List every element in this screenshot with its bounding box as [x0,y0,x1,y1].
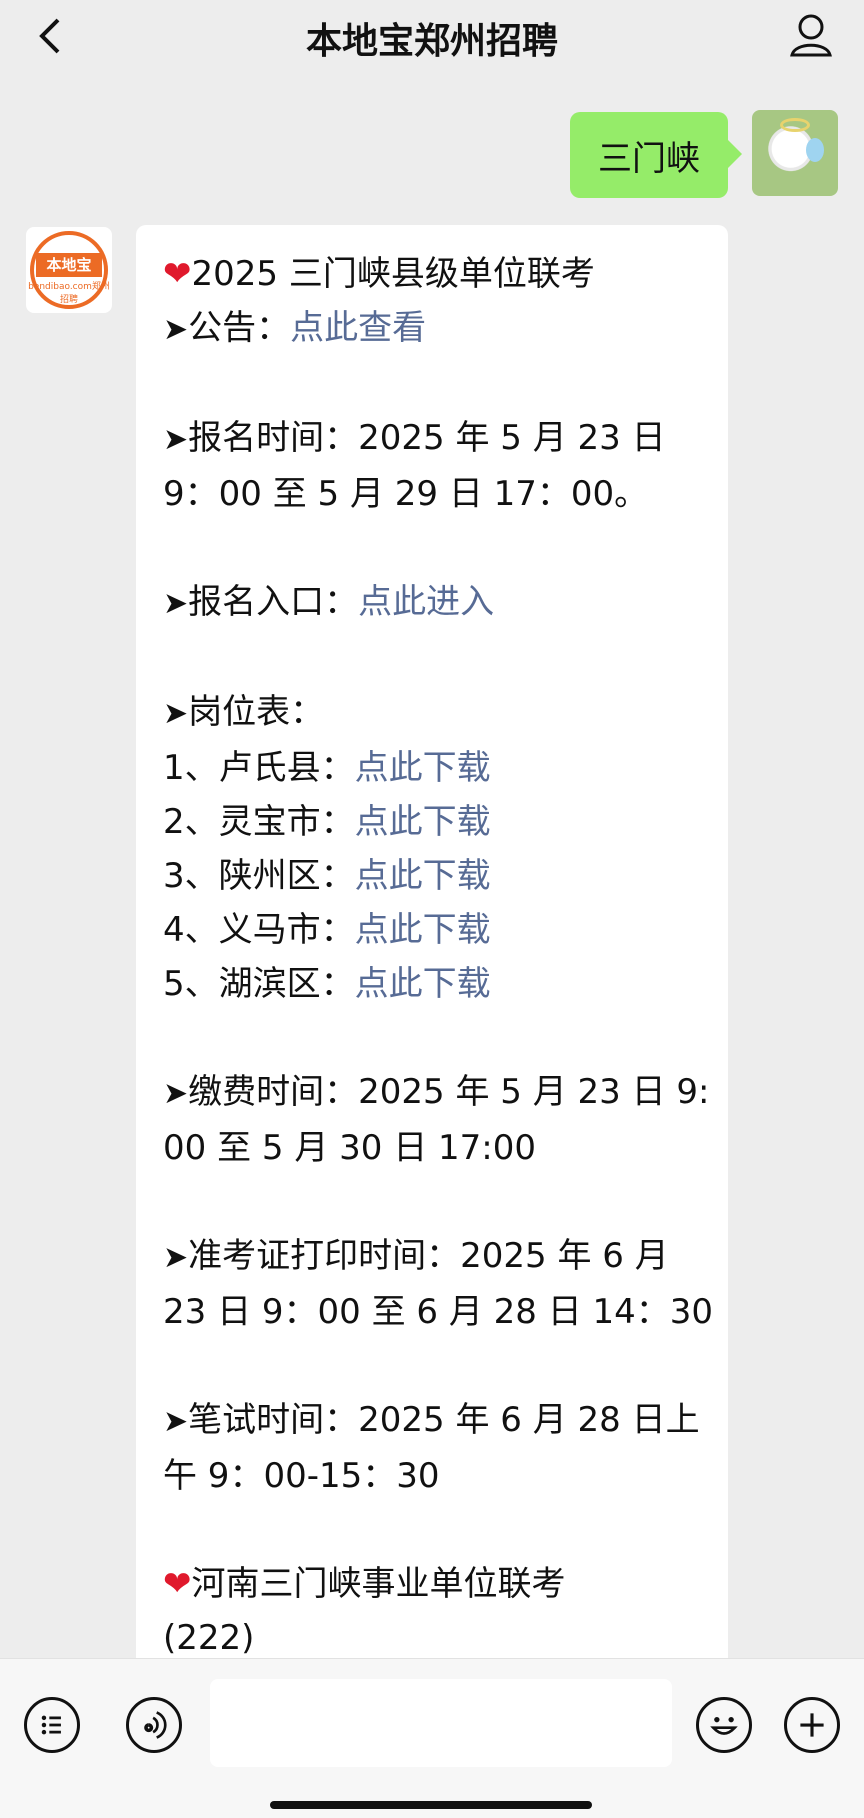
next-count: (222) [163,1618,255,1658]
profile-icon[interactable] [788,12,834,58]
job-download-link[interactable]: 点此下载 [355,748,491,788]
plus-icon[interactable] [784,1697,840,1753]
brand-logo-text: 本地宝 [36,253,102,277]
jobs-label: 岗位表： [188,692,325,732]
halo-icon [780,118,810,132]
home-indicator[interactable] [270,1801,592,1809]
job-row: 5、湖滨区：点此下载 [163,957,704,1011]
arrow-icon: ➤ [163,312,189,347]
arrow-icon: ➤ [163,586,189,621]
job-label: 2、灵宝市： [163,802,355,842]
notice-link[interactable]: 点此查看 [290,308,426,348]
job-label: 1、卢氏县： [163,748,355,788]
arrow-icon: ➤ [163,422,189,457]
bot-avatar[interactable]: 本地宝 bendibao.com郑州招聘 [26,227,112,313]
brand-logo-subtitle: bendibao.com郑州招聘 [28,282,110,305]
arrow-icon: ➤ [163,1404,189,1439]
notice-label: 公告： [188,308,291,348]
signup-entry-line: ➤报名入口：点此进入 [163,575,704,631]
exam-continuation: 午 9：00-15：30 [163,1456,440,1496]
signup-time-continuation: 9：00 至 5 月 29 日 17：00。 [163,474,649,514]
heart-icon: ❤ [163,254,192,294]
admission-line: ➤准考证打印时间：2025 年 6 月 [163,1229,704,1285]
job-download-link[interactable]: 点此下载 [355,856,491,896]
list-icon[interactable] [24,1697,80,1753]
arrow-icon: ➤ [163,1240,189,1275]
next-title-line: ❤河南三门峡事业单位联考 [163,1557,704,1611]
job-label: 4、义马市： [163,910,355,950]
exam-text: 笔试时间：2025 年 6 月 28 日上 [188,1400,700,1440]
voice-icon[interactable] [126,1697,182,1753]
job-label: 5、湖滨区： [163,964,355,1004]
top-bar: 本地宝郑州招聘 [0,0,864,84]
notice-line: ➤公告：点此查看 [163,301,704,357]
payment-continuation: 00 至 5 月 30 日 17:00 [163,1128,536,1168]
job-row: 3、陕州区：点此下载 [163,849,704,903]
message-input[interactable] [210,1679,672,1767]
admission-continuation: 23 日 9：00 至 6 月 28 日 14：30 [163,1292,714,1332]
payment-text: 缴费时间：2025 年 5 月 23 日 9: [188,1072,710,1112]
job-download-link[interactable]: 点此下载 [355,910,491,950]
job-download-link[interactable]: 点此下载 [355,964,491,1004]
arrow-icon: ➤ [163,1076,189,1111]
chat-area[interactable]: 三门峡 本地宝 bendibao.com郑州招聘 ❤2025 三门峡县级单位联考… [0,84,864,1725]
next-title: 河南三门峡事业单位联考 [191,1564,566,1604]
message-title: 2025 三门峡县级单位联考 [191,254,595,294]
jobs-header-line: ➤岗位表： [163,685,704,741]
job-download-link[interactable]: 点此下载 [355,802,491,842]
heart-icon: ❤ [163,1564,192,1604]
emoji-icon[interactable] [696,1697,752,1753]
signup-entry-link[interactable]: 点此进入 [358,582,494,622]
admission-text: 准考证打印时间：2025 年 6 月 [188,1236,669,1276]
input-bar [0,1658,864,1818]
signup-time-text: 报名时间：2025 年 5 月 23 日 [188,418,666,458]
arrow-icon: ➤ [163,696,189,731]
exam-line: ➤笔试时间：2025 年 6 月 28 日上 [163,1393,704,1449]
payment-line: ➤缴费时间：2025 年 5 月 23 日 9: [163,1065,710,1121]
message-title-line: ❤2025 三门峡县级单位联考 [163,247,704,301]
job-row: 4、义马市：点此下载 [163,903,704,957]
signup-entry-label: 报名入口： [188,582,359,622]
job-label: 3、陕州区： [163,856,355,896]
sent-message[interactable]: 三门峡 [570,112,742,198]
job-row: 2、灵宝市：点此下载 [163,795,704,849]
chat-title: 本地宝郑州招聘 [305,21,558,62]
user-avatar[interactable] [752,110,838,196]
wing-icon [806,138,824,162]
job-row: 1、卢氏县：点此下载 [163,741,704,795]
received-message[interactable]: ❤2025 三门峡县级单位联考 ➤公告：点此查看 ➤报名时间：2025 年 5 … [136,225,728,1725]
signup-time-line: ➤报名时间：2025 年 5 月 23 日 [163,411,704,467]
